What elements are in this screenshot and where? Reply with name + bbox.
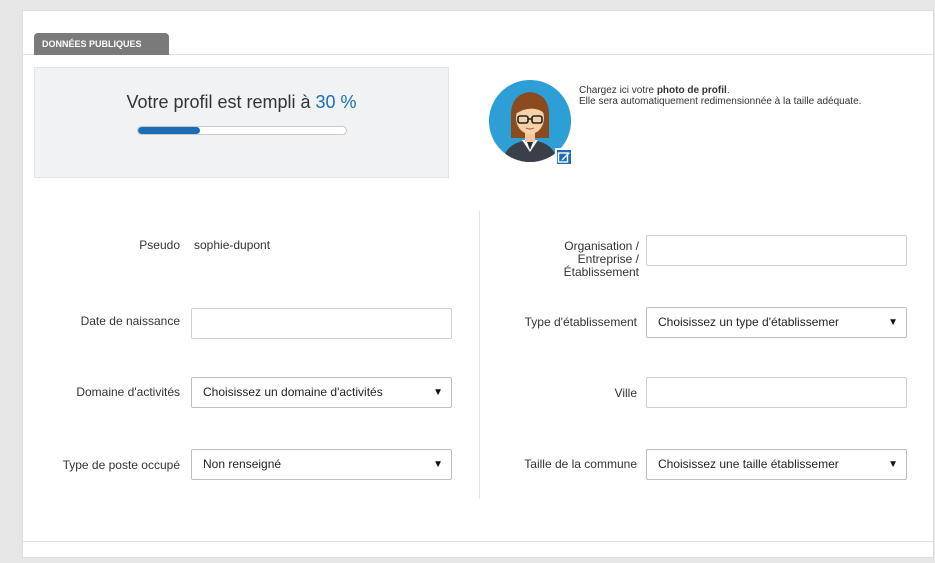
organisation-input[interactable] — [646, 235, 907, 266]
chevron-down-icon: ▼ — [888, 459, 898, 470]
city-input[interactable] — [646, 377, 907, 408]
chevron-down-icon: ▼ — [888, 317, 898, 328]
birthdate-input[interactable] — [191, 308, 452, 339]
job-select-value: Non renseigné — [203, 457, 282, 471]
town-size-value: Choisissez une taille établissemer — [658, 457, 839, 471]
progress-text: Votre profil est rempli à — [126, 92, 311, 112]
public-data-panel: DONNÉES PUBLIQUES Votre profil est rempl… — [22, 10, 934, 558]
photo-text-line2: Elle sera automatiquement redimensionnée… — [579, 96, 862, 107]
establishment-type-value: Choisissez un type d'établissemer — [658, 315, 840, 329]
organisation-label: Organisation / Entreprise / Établissemen… — [483, 240, 639, 279]
domain-select[interactable]: Choisissez un domaine d'activités ▼ — [191, 377, 452, 408]
town-size-label: Taille de la commune — [524, 457, 637, 471]
pseudo-value: sophie-dupont — [194, 238, 271, 252]
edit-photo-button[interactable] — [555, 148, 573, 166]
photo-text-bold: photo de profil — [656, 85, 727, 96]
city-label: Ville — [614, 386, 637, 400]
chevron-down-icon: ▼ — [433, 459, 443, 470]
progress-title: Votre profil est rempli à 30 % — [35, 92, 448, 113]
town-size-select[interactable]: Choisissez une taille établissemer ▼ — [646, 449, 907, 480]
job-label: Type de poste occupé — [62, 458, 180, 472]
job-select[interactable]: Non renseigné ▼ — [191, 449, 452, 480]
organisation-label-line1: Organisation / — [564, 239, 639, 253]
organisation-label-line2: Entreprise / — [577, 252, 639, 266]
progress-fill — [138, 127, 201, 134]
establishment-type-select[interactable]: Choisissez un type d'établissemer ▼ — [646, 307, 907, 338]
tab-bar: DONNÉES PUBLIQUES — [23, 11, 933, 55]
domain-label: Domaine d'activités — [76, 385, 180, 399]
organisation-label-line3: Établissement — [563, 265, 639, 279]
progress-percent: 30 % — [315, 92, 357, 112]
progress-bar — [137, 126, 347, 135]
tab-public-data[interactable]: DONNÉES PUBLIQUES — [34, 33, 169, 55]
establishment-type-label: Type d'établissement — [524, 315, 637, 329]
chevron-down-icon: ▼ — [433, 387, 443, 398]
birthdate-label: Date de naissance — [80, 314, 180, 328]
photo-instructions: Chargez ici votre photo de profil. Elle … — [579, 85, 899, 107]
panel-bottom-divider — [23, 541, 933, 542]
photo-text-prefix: Chargez ici votre — [579, 85, 657, 96]
pseudo-label: Pseudo — [139, 238, 180, 252]
domain-select-value: Choisissez un domaine d'activités — [203, 385, 383, 399]
edit-icon — [557, 152, 570, 163]
photo-text-suffix: . — [726, 85, 730, 96]
profile-photo-upload[interactable] — [489, 80, 575, 166]
profile-progress-box: Votre profil est rempli à 30 % — [34, 67, 449, 178]
column-divider — [479, 211, 480, 499]
